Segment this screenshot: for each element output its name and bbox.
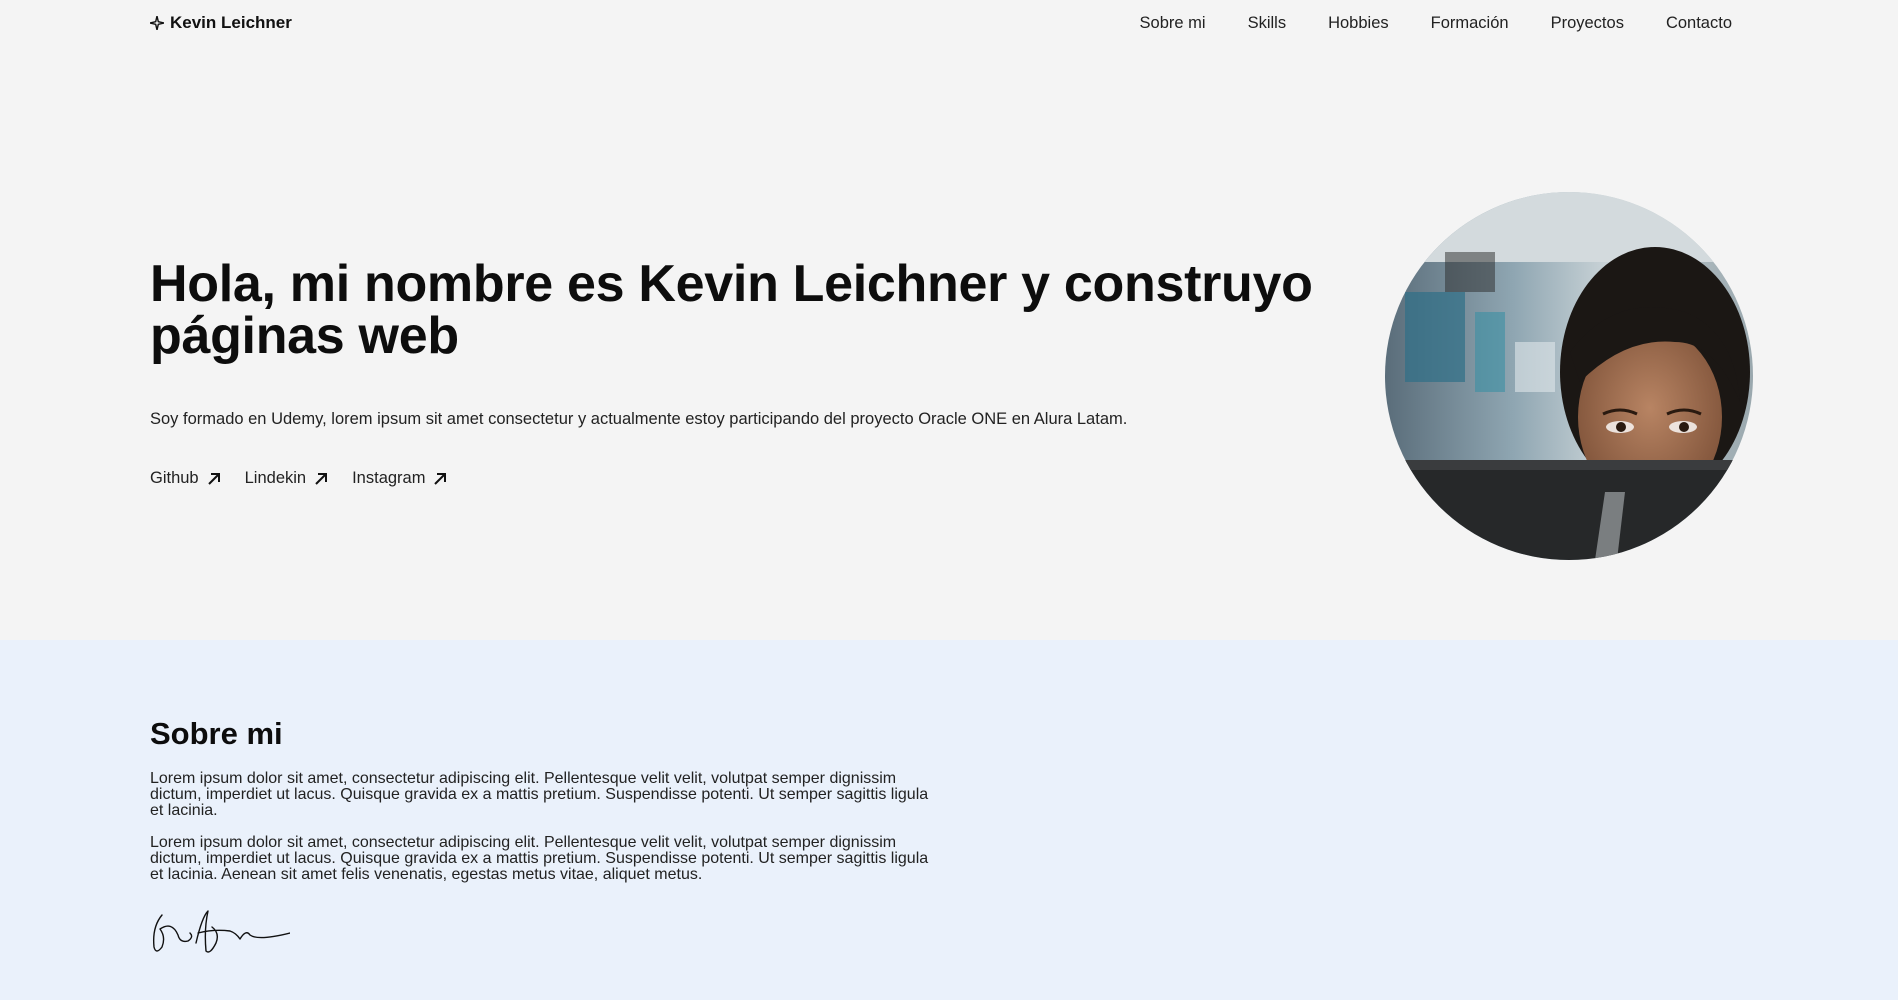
- brand-logo[interactable]: Kevin Leichner: [150, 13, 292, 33]
- nav-link-formacion[interactable]: Formación: [1431, 14, 1509, 33]
- arrow-up-right-icon: [434, 472, 447, 485]
- instagram-link[interactable]: Instagram: [352, 469, 447, 488]
- sparkle-icon: [150, 16, 164, 30]
- nav-link-skills[interactable]: Skills: [1248, 14, 1287, 33]
- linkedin-link[interactable]: Lindekin: [245, 469, 328, 488]
- about-paragraph-1: Lorem ipsum dolor sit amet, consectetur …: [150, 770, 929, 819]
- hero-title: Hola, mi nombre es Kevin Leichner y cons…: [150, 255, 1313, 365]
- about-section: Sobre mi Lorem ipsum dolor sit amet, con…: [0, 640, 1898, 1000]
- profile-photo: [1385, 192, 1753, 560]
- nav-link-sobre-mi[interactable]: Sobre mi: [1140, 14, 1206, 33]
- github-link-label: Github: [150, 469, 199, 487]
- signature-image: [152, 910, 290, 953]
- social-links: Github Lindekin Instagram: [150, 469, 447, 488]
- github-link[interactable]: Github: [150, 469, 221, 488]
- main-menu: Sobre mi Skills Hobbies Formación Proyec…: [1140, 14, 1732, 33]
- hero-description: Soy formado en Udemy, lorem ipsum sit am…: [150, 410, 1128, 428]
- brand-name: Kevin Leichner: [170, 13, 292, 32]
- nav-link-proyectos[interactable]: Proyectos: [1551, 14, 1624, 33]
- about-paragraph-2: Lorem ipsum dolor sit amet, consectetur …: [150, 834, 929, 883]
- about-title: Sobre mi: [150, 716, 283, 751]
- top-navbar: Kevin Leichner Sobre mi Skills Hobbies F…: [0, 0, 1898, 46]
- nav-link-contacto[interactable]: Contacto: [1666, 14, 1732, 33]
- linkedin-link-label: Lindekin: [244, 469, 307, 487]
- instagram-link-label: Instagram: [352, 469, 426, 487]
- nav-link-hobbies[interactable]: Hobbies: [1328, 14, 1389, 33]
- arrow-up-right-icon: [207, 472, 220, 485]
- arrow-up-right-icon: [315, 472, 328, 485]
